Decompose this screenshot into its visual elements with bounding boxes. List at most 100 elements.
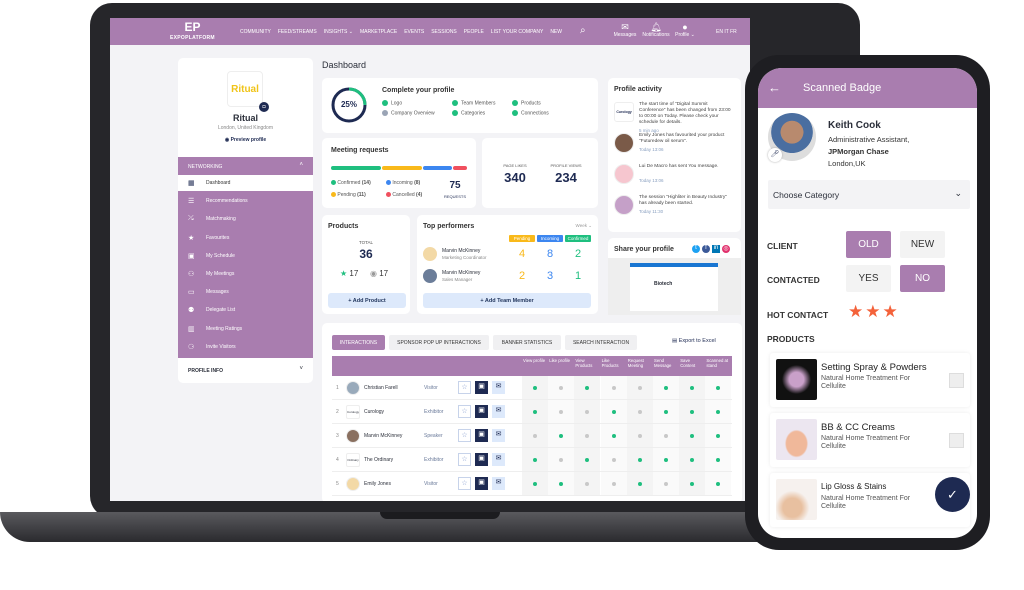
product-item[interactable]: Setting Spray & Powders Natural Home Trea… xyxy=(770,353,970,407)
profile-percent: 25% xyxy=(340,100,357,109)
sidebar-item-messages[interactable]: ▭ Messages xyxy=(178,284,313,300)
message-button[interactable]: ✉ xyxy=(492,381,505,394)
microphone-icon[interactable]: 🎤︎ xyxy=(768,148,782,162)
back-arrow-icon[interactable]: ← xyxy=(768,80,781,95)
schedule-button[interactable]: ▣ xyxy=(475,477,488,490)
sidebar-item-favourites[interactable]: ★ Favourites xyxy=(178,230,313,246)
table-row[interactable] xyxy=(332,471,732,472)
category-dropdown[interactable]: Choose Category ⌄ xyxy=(768,180,970,209)
add-product-button[interactable]: + Add Product xyxy=(328,293,406,308)
schedule-button[interactable]: ▣ xyxy=(475,453,488,466)
top-performers-card: Top performers Week ⌄ Pending Incoming Con… xyxy=(417,215,598,314)
nav-link[interactable]: FEED/STREAMS xyxy=(278,29,317,35)
dashboard-icon: ▦ xyxy=(188,180,195,187)
messages-button[interactable]: ✉ Messages xyxy=(610,22,640,38)
favourite-star-button[interactable]: ☆ xyxy=(458,429,471,442)
product-item[interactable]: BB & CC Creams Natural Home Treatment For… xyxy=(770,413,970,467)
sidebar-item-matchmaking[interactable]: ⤯ Matchmaking xyxy=(178,211,313,227)
sidebar-item-my-meetings[interactable]: ⚇ My Meetings xyxy=(178,266,313,282)
nav-link[interactable]: PEOPLE xyxy=(464,29,484,35)
checklist-label: Team Members xyxy=(461,100,496,107)
linkedin-icon[interactable]: in xyxy=(712,245,720,253)
section-title[interactable]: NETWORKING xyxy=(188,164,222,170)
nav-link[interactable]: COMMUNITY xyxy=(240,29,271,35)
message-button[interactable]: ✉ xyxy=(492,477,505,490)
row-type: Visitor xyxy=(424,481,438,487)
table-row[interactable] xyxy=(332,495,732,496)
table-row[interactable] xyxy=(332,423,732,424)
export-excel-button[interactable]: ▤ Export to Excel xyxy=(672,338,716,344)
performer-count: 1 xyxy=(574,270,582,282)
nav-link[interactable]: INSIGHTS ⌄ xyxy=(324,29,353,35)
schedule-button[interactable]: ▣ xyxy=(475,429,488,442)
interaction-no-dot xyxy=(611,458,616,462)
nav-link[interactable]: MARKETPLACE xyxy=(360,29,397,35)
favourite-star-button[interactable]: ☆ xyxy=(458,381,471,394)
sidebar-item-recommendations[interactable]: ☰ Recommendations xyxy=(178,193,313,209)
row-type: Exhibitor xyxy=(424,457,444,463)
company-logo: Ritual xyxy=(227,71,263,107)
client-old-button[interactable]: OLD xyxy=(846,231,891,258)
performer-name: Marvin McKinney xyxy=(442,248,481,254)
message-button[interactable]: ✉ xyxy=(492,453,505,466)
period-dropdown[interactable]: Week ⌄ xyxy=(576,223,592,229)
checklist-item: Connections xyxy=(512,110,582,117)
profile-info-section[interactable]: PROFILE INFO xyxy=(188,368,223,374)
favourite-star-button[interactable]: ☆ xyxy=(458,477,471,490)
notifications-button[interactable]: 🔔︎ Notifications xyxy=(641,22,671,38)
tab-sponsor-pop-up-interactions[interactable]: SPONSOR POP UP INTERACTIONS xyxy=(389,335,489,350)
nav-link[interactable]: SESSIONS xyxy=(431,29,457,35)
nav-link[interactable]: NEW xyxy=(550,29,562,35)
message-button[interactable]: ✉ xyxy=(492,405,505,418)
preview-profile-link[interactable]: ◉ Preview profile xyxy=(178,137,313,143)
hot-contact-rating[interactable]: ★★★ xyxy=(848,302,900,322)
language-switcher[interactable]: EN IT FR xyxy=(716,29,737,35)
nav-link[interactable]: LIST YOUR COMPANY xyxy=(491,29,544,35)
schedule-button[interactable]: ▣ xyxy=(475,381,488,394)
views-value: 234 xyxy=(555,170,577,185)
instagram-icon[interactable]: ◎ xyxy=(722,245,730,253)
message-button[interactable]: ✉ xyxy=(492,429,505,442)
camera-icon[interactable]: ◘ xyxy=(259,102,269,112)
client-new-button[interactable]: NEW xyxy=(900,231,945,258)
sidebar-item-dashboard[interactable]: ▦ Dashboard xyxy=(178,175,313,191)
facebook-icon[interactable]: f xyxy=(702,245,710,253)
table-row[interactable] xyxy=(332,399,732,400)
tab-interactions[interactable]: INTERACTIONS xyxy=(332,335,385,350)
row-name[interactable]: Christian Farell xyxy=(364,385,398,391)
nav-link[interactable]: EVENTS xyxy=(404,29,424,35)
confirm-button[interactable]: ✓ xyxy=(935,477,970,512)
product-checkbox[interactable] xyxy=(949,433,964,448)
tab-banner-statistics[interactable]: BANNER STATISTICS xyxy=(493,335,561,350)
legend-count: (8) xyxy=(414,180,421,186)
table-row[interactable] xyxy=(332,447,732,448)
contacted-yes-button[interactable]: YES xyxy=(846,265,891,292)
favourite-star-button[interactable]: ☆ xyxy=(458,405,471,418)
laptop-notch xyxy=(380,512,500,519)
chevron-up-icon[interactable]: ˄ xyxy=(299,162,303,168)
complete-profile-card: 25% Complete your profile Logo Team Membe… xyxy=(322,78,598,133)
status-pill-incoming: Incoming xyxy=(537,235,563,242)
sidebar-item-meeting-ratings[interactable]: ▥ Meeting Ratings xyxy=(178,321,313,337)
tab-search-interaction[interactable]: SEARCH INTERACTION xyxy=(565,335,637,350)
profile-button[interactable]: ● Profile ⌄ xyxy=(670,22,700,38)
sidebar-item-delegate-list[interactable]: ⚉ Delegate List xyxy=(178,302,313,318)
row-name[interactable]: The Ordinary xyxy=(364,457,393,463)
sidebar-item-my-schedule[interactable]: ▣ My Schedule xyxy=(178,248,313,264)
search-icon[interactable]: ⌕ xyxy=(580,25,586,36)
add-team-member-button[interactable]: + Add Team Member xyxy=(423,293,591,308)
contacted-no-button[interactable]: NO xyxy=(900,265,945,292)
row-name[interactable]: Curology xyxy=(364,409,384,415)
chevron-down-icon[interactable]: ˅ xyxy=(299,366,303,372)
row-name[interactable]: Emily Jones xyxy=(364,481,391,487)
favourite-star-button[interactable]: ☆ xyxy=(458,453,471,466)
schedule-button[interactable]: ▣ xyxy=(475,405,488,418)
row-name[interactable]: Marvin McKinney xyxy=(364,433,402,439)
product-image xyxy=(776,479,817,520)
sidebar-item-invite-visitors[interactable]: ⚆ Invite Visitors xyxy=(178,339,313,355)
logo[interactable]: EP EXPOPLATFORM xyxy=(170,21,215,44)
star-icon: ★ xyxy=(340,269,348,278)
checklist-label: Connections xyxy=(521,110,549,117)
twitter-icon[interactable]: t xyxy=(692,245,700,253)
product-checkbox[interactable] xyxy=(949,373,964,388)
